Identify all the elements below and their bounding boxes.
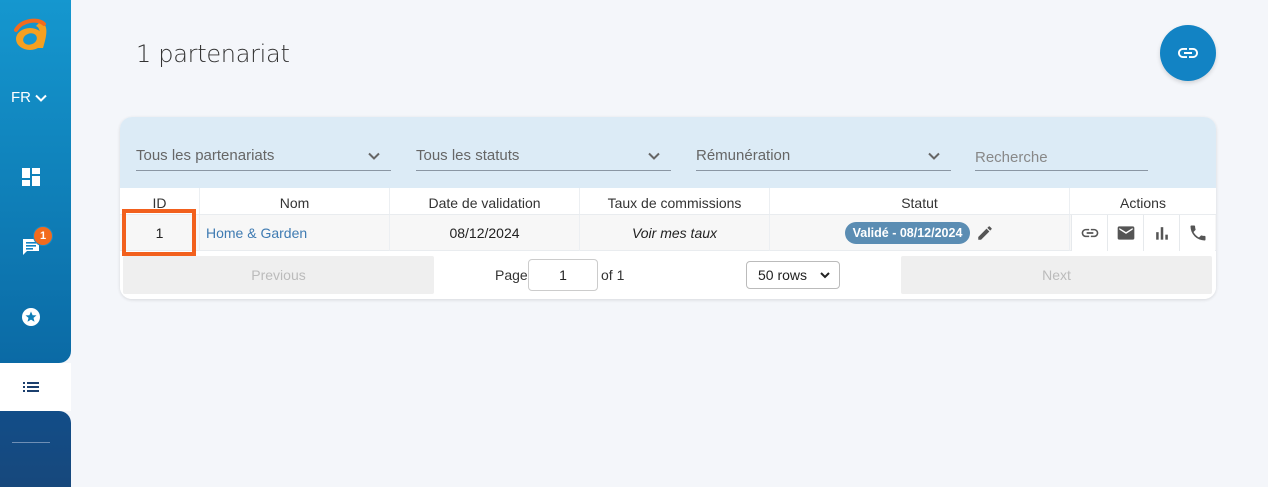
filters-bar: Tous les partenariats Tous les statuts R… <box>120 117 1216 188</box>
sidebar-divider <box>12 442 50 443</box>
stats-action[interactable] <box>1143 215 1179 251</box>
language-label: FR <box>11 89 31 106</box>
remuneration-filter[interactable]: Rémunération <box>696 141 951 171</box>
page-label: Page <box>495 267 528 283</box>
status-badge: Validé - 08/12/2024 <box>844 222 971 244</box>
table-row: 1 Home & Garden 08/12/2024 Voir mes taux… <box>120 214 1216 251</box>
column-header-commission[interactable]: Taux de commissions <box>580 188 770 214</box>
chevron-down-icon <box>928 152 940 160</box>
next-button[interactable]: Next <box>901 256 1212 294</box>
dashboard-icon[interactable] <box>21 167 41 187</box>
view-rates-link[interactable]: Voir mes taux <box>632 225 717 241</box>
rows-per-page-value: 50 rows <box>758 267 808 283</box>
link-icon <box>1178 48 1198 58</box>
mail-icon <box>1117 226 1134 240</box>
star-circle-icon[interactable] <box>21 307 41 327</box>
copy-link-action[interactable] <box>1071 215 1107 251</box>
cell-validation-date: 08/12/2024 <box>390 215 580 251</box>
chevron-down-icon <box>368 152 380 160</box>
email-action[interactable] <box>1107 215 1143 251</box>
link-icon <box>1081 228 1098 238</box>
logo[interactable] <box>10 12 54 56</box>
notification-badge: 1 <box>33 226 53 246</box>
edit-pencil-icon[interactable] <box>976 224 994 242</box>
statuses-filter[interactable]: Tous les statuts <box>416 141 671 171</box>
sidebar-bottom <box>0 411 71 487</box>
highlight-box <box>122 209 196 256</box>
list-icon[interactable] <box>21 377 41 397</box>
column-header-validation-date[interactable]: Date de validation <box>390 188 580 214</box>
partner-name-link[interactable]: Home & Garden <box>206 225 307 241</box>
statuses-filter-label: Tous les statuts <box>416 147 520 164</box>
page-total-label: of 1 <box>601 267 625 283</box>
link-button[interactable] <box>1160 25 1216 81</box>
chevron-down-icon <box>35 94 47 102</box>
phone-icon <box>1190 225 1205 241</box>
column-header-name[interactable]: Nom <box>200 188 390 214</box>
page-title: 1 partenariat <box>136 40 290 68</box>
cell-actions <box>1071 215 1216 251</box>
chevron-down-icon <box>648 152 660 160</box>
search-input[interactable] <box>975 141 1148 171</box>
page-number-input[interactable] <box>528 259 598 291</box>
partnerships-card: Tous les partenariats Tous les statuts R… <box>120 117 1216 299</box>
pagination: Previous Page of 1 50 rows Next <box>120 252 1216 299</box>
partnerships-filter-label: Tous les partenariats <box>136 147 275 164</box>
remuneration-filter-label: Rémunération <box>696 147 791 164</box>
previous-button[interactable]: Previous <box>123 256 434 294</box>
column-header-actions: Actions <box>1120 195 1166 211</box>
cell-name: Home & Garden <box>200 215 390 251</box>
table-header: ID Nom Date de validation Taux de commis… <box>120 188 1216 214</box>
bar-chart-icon <box>1155 227 1168 240</box>
chevron-down-icon <box>820 272 830 279</box>
rows-per-page-select[interactable]: 50 rows <box>746 261 840 289</box>
cell-status: Validé - 08/12/2024 <box>770 215 1070 251</box>
column-header-status[interactable]: Statut <box>770 188 1070 214</box>
language-selector[interactable]: FR <box>11 89 48 106</box>
partnerships-filter[interactable]: Tous les partenariats <box>136 141 391 171</box>
call-action[interactable] <box>1179 215 1215 251</box>
sidebar: FR 1 <box>0 0 71 487</box>
cell-commission: Voir mes taux <box>580 215 770 251</box>
